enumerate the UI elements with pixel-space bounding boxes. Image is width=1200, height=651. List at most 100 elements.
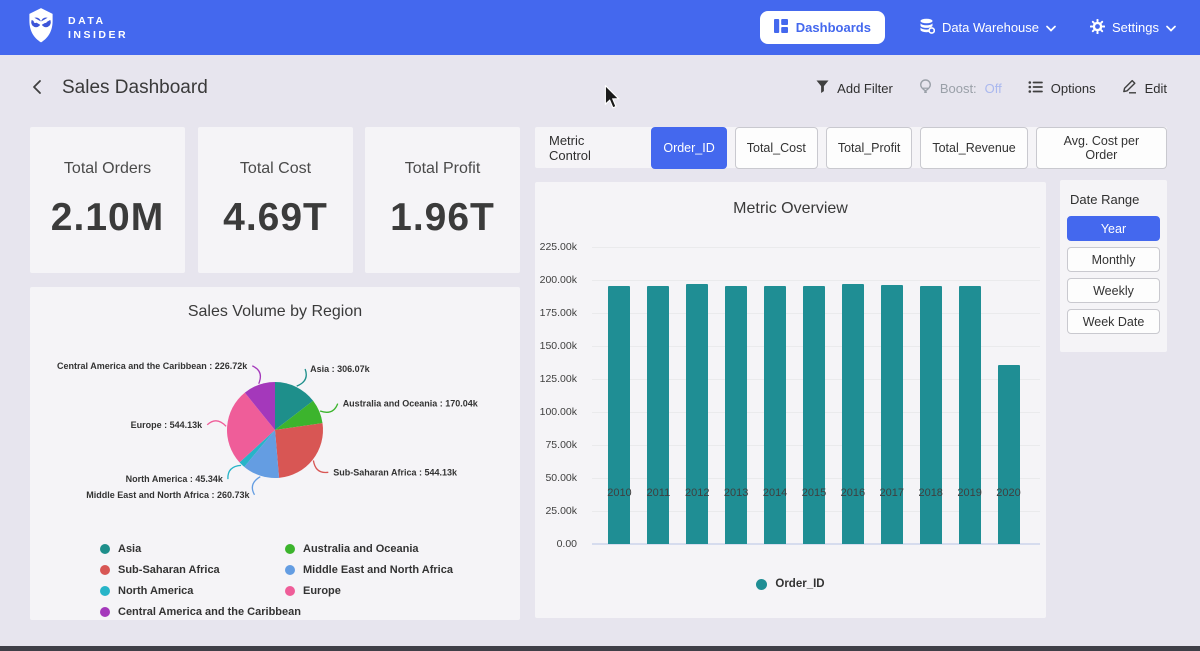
kpi-card-total-profit: Total Profit 1.96T xyxy=(365,127,520,273)
pie-leader-line xyxy=(228,465,241,479)
pie-chart: Asia : 306.07k Australia and Oceania : 17… xyxy=(30,325,520,535)
bar-slot xyxy=(795,247,834,544)
date-range-option-monthly[interactable]: Monthly xyxy=(1067,247,1160,272)
back-button[interactable] xyxy=(24,73,50,104)
date-range-option-week-date[interactable]: Week Date xyxy=(1067,309,1160,334)
database-icon xyxy=(919,18,935,37)
bar-2013[interactable] xyxy=(725,286,747,544)
add-filter-label: Add Filter xyxy=(837,81,893,96)
chevron-down-icon xyxy=(1046,20,1056,35)
x-tick-label-2011: 2011 xyxy=(639,487,678,499)
pie-label-asia: Asia : 306.07k xyxy=(310,364,371,374)
bar-chart-legend[interactable]: Order_ID xyxy=(535,578,1046,590)
bar-chart-x-axis: 2010201120122013201420152016201720182019… xyxy=(592,487,1040,499)
pencil-icon xyxy=(1122,79,1137,97)
bar-slot xyxy=(756,247,795,544)
nav-menu: Dashboards Data Warehouse xyxy=(760,11,1176,44)
metric-option-order-id[interactable]: Order_ID xyxy=(651,127,726,169)
metric-option-avg-cost-per-order[interactable]: Avg. Cost per Order xyxy=(1036,127,1167,169)
pie-legend-dot xyxy=(100,586,110,596)
date-range-options: Year Monthly Weekly Week Date xyxy=(1067,216,1160,334)
pie-legend-label: Australia and Oceania xyxy=(303,543,419,555)
boost-state: Off xyxy=(985,81,1002,96)
pie-legend-dot xyxy=(285,565,295,575)
bar-chart-y-axis: 0.0025.00k50.00k75.00k100.00k125.00k150.… xyxy=(535,247,585,544)
y-tick-label: 175.00k xyxy=(540,307,577,319)
pie-leader-line xyxy=(207,421,226,427)
boost-toggle[interactable]: Boost: Off xyxy=(919,79,1002,97)
dashboards-button[interactable]: Dashboards xyxy=(760,11,885,44)
bar-slot xyxy=(872,247,911,544)
date-range-option-weekly[interactable]: Weekly xyxy=(1067,278,1160,303)
add-filter-button[interactable]: Add Filter xyxy=(816,80,893,97)
brand[interactable]: DATA INSIDER xyxy=(24,6,128,49)
pie-label-north-america: North America : 45.34k xyxy=(126,474,224,484)
data-warehouse-menu[interactable]: Data Warehouse xyxy=(919,18,1056,37)
pie-legend-item-north-america[interactable]: North America xyxy=(100,580,301,601)
pie-legend-item-australia-and-oceania[interactable]: Australia and Oceania xyxy=(285,538,453,559)
pie-slice-sub-saharan-africa[interactable] xyxy=(275,423,323,478)
pie-legend-item-middle-east-and-north-africa[interactable]: Middle East and North Africa xyxy=(285,559,453,580)
pie-legend-column-1: AsiaSub-Saharan AfricaNorth AmericaCentr… xyxy=(100,538,301,622)
pie-label-central-america-and-the-caribbean: Central America and the Caribbean : 226.… xyxy=(57,361,248,371)
y-tick-label: 25.00k xyxy=(545,505,577,517)
y-tick-label: 50.00k xyxy=(545,472,577,484)
filter-funnel-icon xyxy=(816,80,829,97)
pie-label-europe: Europe : 544.13k xyxy=(131,420,204,430)
kpi-value: 1.96T xyxy=(390,196,495,240)
pie-chart-title: Sales Volume by Region xyxy=(30,303,520,321)
pie-legend-item-asia[interactable]: Asia xyxy=(100,538,301,559)
bar-2014[interactable] xyxy=(764,286,786,544)
pie-legend-item-central-america-and-the-caribbean[interactable]: Central America and the Caribbean xyxy=(100,601,301,622)
bar-2011[interactable] xyxy=(647,286,669,544)
page-header: Sales Dashboard Add Filter Boost: Off xyxy=(0,55,1200,121)
bar-2015[interactable] xyxy=(803,286,825,544)
bar-2016[interactable] xyxy=(842,284,864,544)
metric-option-total-profit[interactable]: Total_Profit xyxy=(826,127,913,169)
bar-chart-title: Metric Overview xyxy=(535,200,1046,218)
y-tick-label: 75.00k xyxy=(545,439,577,451)
settings-label: Settings xyxy=(1112,20,1159,35)
x-tick-label-2012: 2012 xyxy=(678,487,717,499)
bar-2019[interactable] xyxy=(959,286,981,544)
y-tick-label: 150.00k xyxy=(540,340,577,352)
boost-rocket-icon xyxy=(919,79,932,97)
legend-dot xyxy=(756,579,767,590)
boost-label: Boost: xyxy=(940,81,977,96)
pie-legend-dot xyxy=(100,565,110,575)
options-button[interactable]: Options xyxy=(1028,80,1096,97)
settings-menu[interactable]: Settings xyxy=(1090,19,1176,37)
metric-option-total-cost[interactable]: Total_Cost xyxy=(735,127,818,169)
pie-legend-label: Middle East and North Africa xyxy=(303,564,453,576)
bar-2010[interactable] xyxy=(608,286,630,544)
date-range-option-year[interactable]: Year xyxy=(1067,216,1160,241)
pie-leader-line xyxy=(297,369,307,386)
pie-leader-line xyxy=(313,461,328,473)
bar-slot xyxy=(911,247,950,544)
edit-button[interactable]: Edit xyxy=(1122,79,1167,97)
y-tick-label: 225.00k xyxy=(540,241,577,253)
bar-slot xyxy=(833,247,872,544)
bar-2020[interactable] xyxy=(998,365,1020,544)
bar-2017[interactable] xyxy=(881,285,903,544)
pie-legend-item-sub-saharan-africa[interactable]: Sub-Saharan Africa xyxy=(100,559,301,580)
dashboards-label: Dashboards xyxy=(796,20,871,35)
x-tick-label-2016: 2016 xyxy=(833,487,872,499)
pie-legend-label: Europe xyxy=(303,585,341,597)
kpi-label: Total Cost xyxy=(240,160,311,178)
pie-label-australia-and-oceania: Australia and Oceania : 170.04k xyxy=(343,399,479,409)
pie-leader-line xyxy=(252,477,260,495)
y-tick-label: 0.00 xyxy=(557,538,577,550)
kpi-label: Total Orders xyxy=(64,160,151,178)
pie-legend-dot xyxy=(100,607,110,617)
metric-option-total-revenue[interactable]: Total_Revenue xyxy=(920,127,1027,169)
pie-label-sub-saharan-africa: Sub-Saharan Africa : 544.13k xyxy=(333,467,458,477)
list-icon xyxy=(1028,80,1043,97)
bar-2012[interactable] xyxy=(686,284,708,544)
page-title: Sales Dashboard xyxy=(62,77,208,99)
pie-legend-item-europe[interactable]: Europe xyxy=(285,580,453,601)
date-range-label: Date Range xyxy=(1070,192,1160,207)
x-tick-label-2014: 2014 xyxy=(756,487,795,499)
bar-2018[interactable] xyxy=(920,286,942,544)
chevron-down-icon xyxy=(1166,20,1176,35)
